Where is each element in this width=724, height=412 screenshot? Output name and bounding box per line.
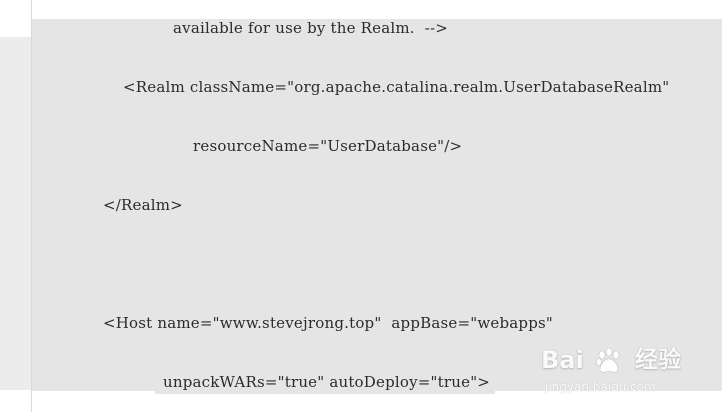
code-line-2: <Realm className="org.apache.catalina.re… xyxy=(123,78,670,96)
code-line-3: resourceName="UserDatabase"/> xyxy=(193,137,463,155)
watermark-chinese-text: 经验 xyxy=(635,347,681,373)
watermark-brand-text: Bai xyxy=(541,346,584,374)
watermark-url: jingyan.baidu.com xyxy=(545,380,656,394)
screenshot-stage: available for use by the Realm. --> <Rea… xyxy=(0,0,724,412)
code-line-4: </Realm> xyxy=(103,196,183,214)
code-line-6: unpackWARs="true" autoDeploy="true"> xyxy=(163,373,491,391)
code-line-1: available for use by the Realm. --> xyxy=(173,19,448,37)
code-line-5: <Host name="www.stevejrong.top" appBase=… xyxy=(103,314,554,332)
baidu-jingyan-watermark: Bai 经验 jingyan.baidu.com xyxy=(541,346,716,404)
baidu-paw-icon xyxy=(596,347,620,373)
left-gutter xyxy=(0,37,32,390)
